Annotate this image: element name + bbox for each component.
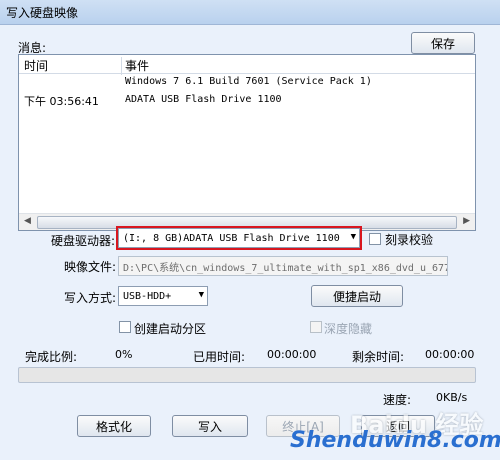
save-button[interactable]: 保存 (411, 32, 475, 54)
remaining-value: 00:00:00 (425, 348, 475, 361)
message-list[interactable]: 时间 事件 Windows 7 6.1 Build 7601 (Service … (18, 54, 476, 231)
elapsed-value: 00:00:00 (267, 348, 317, 361)
title-bar: 写入硬盘映像 (0, 0, 500, 25)
scroll-left-icon[interactable]: ◀ (24, 216, 31, 226)
percent-value: 0% (115, 348, 133, 361)
progress-bar (18, 367, 476, 383)
write-mode-label: 写入方式: (64, 291, 117, 305)
image-file-label: 映像文件: (64, 260, 117, 274)
percent-label: 完成比例: (25, 350, 78, 364)
create-partition-checkbox[interactable] (119, 321, 131, 333)
quick-boot-button[interactable]: 便捷启动 (311, 285, 403, 307)
deep-hide-checkbox[interactable] (310, 321, 322, 333)
write-button[interactable]: 写入 (172, 415, 248, 437)
dialog-client-area: 消息: 保存 时间 事件 Windows 7 6.1 Build 7601 (S… (0, 25, 500, 460)
chevron-down-icon: ▼ (198, 290, 204, 300)
row-2-event: ADATA USB Flash Drive 1100 (125, 94, 282, 105)
column-event[interactable]: 事件 (125, 57, 149, 74)
row-2-time: 下午 03:56:41 (24, 95, 99, 108)
speed-value: 0KB/s (436, 391, 468, 404)
elapsed-label: 已用时间: (193, 350, 246, 364)
write-mode-value: USB-HDD+ (123, 290, 172, 302)
scroll-right-icon[interactable]: ▶ (463, 216, 470, 226)
column-divider (121, 57, 122, 75)
window-title: 写入硬盘映像 (6, 6, 79, 20)
deep-hide-label: 深度隐藏 (324, 322, 373, 336)
highlight-box (116, 226, 362, 250)
column-time[interactable]: 时间 (24, 57, 48, 74)
remaining-label: 剩余时间: (352, 350, 405, 364)
image-file-path[interactable]: D:\PC\系统\cn_windows_7_ultimate_with_sp1_… (118, 256, 448, 276)
verify-checkbox[interactable] (369, 233, 381, 245)
row-1-event: Windows 7 6.1 Build 7601 (Service Pack 1… (125, 76, 372, 87)
write-disk-image-window: 写入硬盘映像 消息: 保存 时间 事件 Windows 7 6.1 Build … (0, 0, 500, 460)
create-partition-label: 创建启动分区 (134, 322, 207, 336)
write-mode-select[interactable]: USB-HDD+ ▼ (118, 286, 208, 306)
verify-label: 刻录校验 (385, 233, 434, 247)
site-watermark: Shenduwin8.com (290, 428, 500, 453)
drive-label: 硬盘驱动器: (51, 234, 116, 248)
format-button[interactable]: 格式化 (77, 415, 151, 437)
message-list-header: 时间 事件 (19, 55, 475, 75)
